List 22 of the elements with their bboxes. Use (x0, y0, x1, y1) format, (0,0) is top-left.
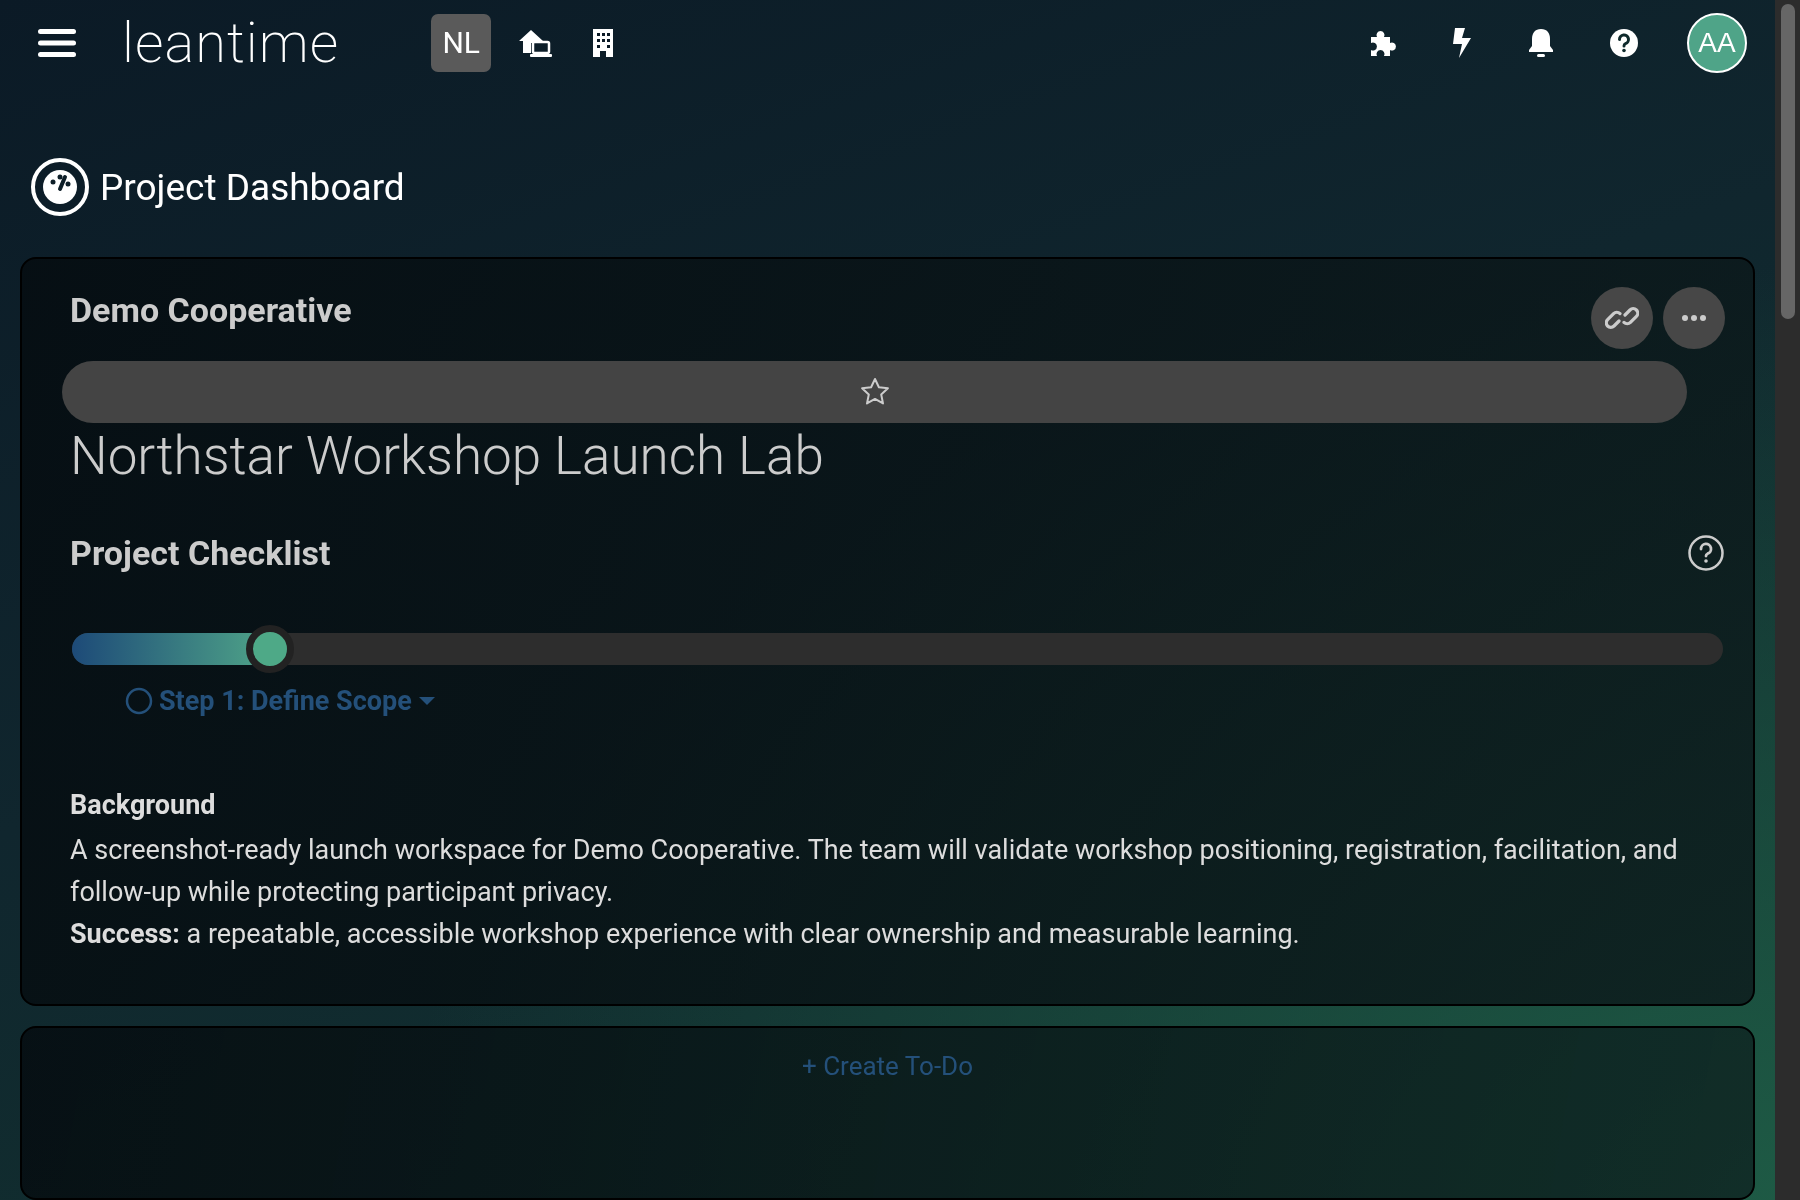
project-badge[interactable]: NL (431, 13, 492, 72)
page-title: Project Dashboard (100, 165, 405, 209)
project-name: Northstar Workshop Launch Lab (69, 425, 825, 488)
help-icon[interactable] (1687, 534, 1725, 573)
ellipsis-icon (1681, 314, 1707, 323)
notifications-icon[interactable] (1527, 26, 1555, 59)
client-name: Demo Cooperative (69, 290, 352, 331)
checklist-step[interactable]: Step 1: Define Scope (125, 685, 436, 718)
dashboard-gauge-icon (30, 157, 90, 218)
section-heading: Background (69, 789, 217, 822)
checklist-title: Project Checklist (70, 533, 331, 574)
caret-icon (417, 696, 436, 707)
success-text: Success: a repeatable, accessible workshop experience with clear ownership and measurable learning. (69, 917, 1301, 953)
scrollbar-thumb[interactable] (1780, 4, 1795, 319)
building-icon[interactable] (591, 26, 616, 59)
create-todo-link[interactable]: + Create To-Do (802, 1049, 973, 1082)
menu-button[interactable] (38, 26, 76, 59)
lightning-icon[interactable] (1451, 26, 1473, 59)
logo[interactable]: leantime (122, 14, 340, 71)
background-text: A screenshot-ready launch workspace for Demo Cooperative. The team will validate workshop positioning, registration, facilitation, and follow-up while protecting participant privacy. (69, 833, 1679, 911)
help-icon[interactable] (1609, 27, 1639, 58)
user-avatar[interactable]: AA (1687, 12, 1747, 73)
